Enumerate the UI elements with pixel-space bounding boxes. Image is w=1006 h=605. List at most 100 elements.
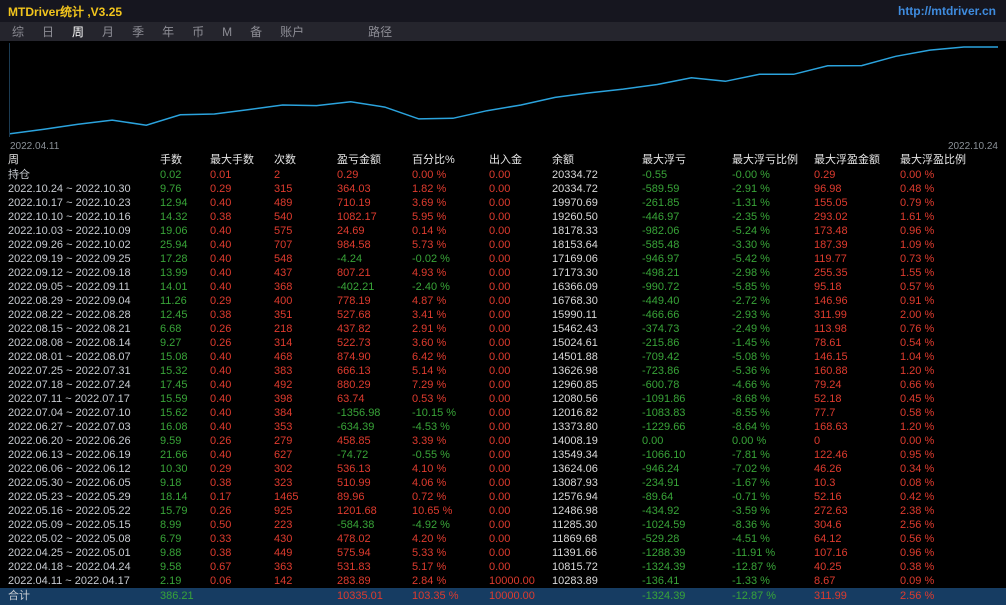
cell-max-float-loss: -585.48 [642,239,680,251]
cell-week: 2022.06.13 ~ 2022.06.19 [8,449,131,461]
cell-lots: 14.32 [160,211,188,223]
table-row[interactable]: 2022.06.06 ~ 2022.06.12 10.30 0.29 302 536.1… [0,462,1006,476]
cell-percent: 5.14 % [412,365,447,377]
cell-lots: 17.28 [160,253,188,265]
equity-curve-chart [0,41,1006,139]
col-header-percent[interactable]: 百分比% [412,153,489,168]
menu-item-weekly[interactable]: 周 [63,23,93,40]
cell-week: 2022.10.03 ~ 2022.10.09 [8,225,131,237]
cell-percent: 5.33 % [412,547,447,559]
col-header-lots[interactable]: 手数 [160,153,210,168]
table-row[interactable]: 2022.05.02 ~ 2022.05.08 6.79 0.33 430 478.02… [0,532,1006,546]
cell-trades: 218 [274,323,293,335]
menu-item-m[interactable]: M [213,25,241,39]
cell-percent: 4.10 % [412,463,447,475]
cell-balance: 13087.93 [552,477,598,489]
cell-trades: 315 [274,183,293,195]
cell-max-float-loss: -709.42 [642,351,680,363]
col-header-max-float-loss-pct[interactable]: 最大浮亏比例 [732,153,814,168]
cell-max-lots: 0.40 [210,407,232,419]
cell-max-float-loss-pct: -1.67 % [732,477,770,489]
col-header-max-float-profit[interactable]: 最大浮盈金额 [814,153,900,168]
cell-max-float-loss: -589.59 [642,183,680,195]
cell-balance: 15990.11 [552,309,598,321]
table-row[interactable]: 2022.08.01 ~ 2022.08.07 15.08 0.40 468 874.9… [0,350,1006,364]
table-row[interactable]: 2022.08.29 ~ 2022.09.04 11.26 0.29 400 778.1… [0,294,1006,308]
col-header-week[interactable]: 周 [0,153,160,168]
cell-max-float-profit: 8.67 [814,575,836,587]
menu-item-summary[interactable]: 综 [3,23,33,40]
table-row[interactable]: 2022.08.15 ~ 2022.08.21 6.68 0.26 218 437.82… [0,322,1006,336]
table-row[interactable]: 2022.08.08 ~ 2022.08.14 9.27 0.26 314 522.73… [0,336,1006,350]
table-total-row[interactable]: 合计 386.21 10335.01 103.35 % 10000.00 -1324.39… [0,588,1006,605]
col-header-trades[interactable]: 次数 [274,153,337,168]
menu-item-yearly[interactable]: 年 [153,23,183,40]
cell-max-float-profit: 173.48 [814,225,848,237]
website-link[interactable]: http://mtdriver.cn [898,4,996,18]
table-row[interactable]: 持仓 0.02 0.01 2 0.29 0.00 % 0.00 20334.72 -0.55 -0… [0,168,1006,182]
cell-net-deposit: 0.00 [489,239,511,251]
table-row[interactable]: 2022.10.10 ~ 2022.10.16 14.32 0.38 540 1082.… [0,210,1006,224]
menu-item-path[interactable]: 路径 [359,23,401,40]
table-row[interactable]: 2022.07.04 ~ 2022.07.10 15.62 0.40 384 -1356… [0,406,1006,420]
cell-max-float-profit-pct: 1.09 % [900,239,935,251]
col-header-max-lots[interactable]: 最大手数 [210,153,274,168]
cell-balance: 16768.30 [552,295,598,307]
cell-max-float-profit-pct: 0.91 % [900,295,935,307]
table-row[interactable]: 2022.04.25 ~ 2022.05.01 9.88 0.38 449 575.94… [0,546,1006,560]
cell-week: 2022.09.26 ~ 2022.10.02 [8,239,131,251]
table-row[interactable]: 2022.06.13 ~ 2022.06.19 21.66 0.40 627 -74.7… [0,448,1006,462]
table-row[interactable]: 2022.06.27 ~ 2022.07.03 16.08 0.40 353 -634.… [0,420,1006,434]
cell-max-float-profit: 122.46 [814,449,848,461]
menu-item-account[interactable]: 账户 [271,23,313,40]
table-row[interactable]: 2022.04.11 ~ 2022.04.17 2.19 0.06 142 283.89… [0,574,1006,588]
col-header-net-deposit[interactable]: 出入金 [489,153,552,168]
cell-lots: 25.94 [160,239,188,251]
cell-net-deposit: 0.00 [489,407,511,419]
cell-max-float-loss-pct: -1.31 % [732,197,770,209]
cell-max-float-profit: 10.3 [814,477,836,489]
cell-percent: 4.87 % [412,295,447,307]
table-row[interactable]: 2022.05.23 ~ 2022.05.29 18.14 0.17 1465 89.9… [0,490,1006,504]
col-header-balance[interactable]: 余额 [552,153,642,168]
table-row[interactable]: 2022.09.12 ~ 2022.09.18 13.99 0.40 437 807.2… [0,266,1006,280]
cell-max-float-profit: 160.88 [814,365,848,377]
table-row[interactable]: 2022.07.25 ~ 2022.07.31 15.32 0.40 383 666.1… [0,364,1006,378]
table-row[interactable]: 2022.04.18 ~ 2022.04.24 9.58 0.67 363 531.83… [0,560,1006,574]
cell-balance: 12016.82 [552,407,598,419]
table-row[interactable]: 2022.05.16 ~ 2022.05.22 15.79 0.26 925 1201.… [0,504,1006,518]
table-row[interactable]: 2022.07.11 ~ 2022.07.17 15.59 0.40 398 63.74… [0,392,1006,406]
cell-pnl: 1082.17 [337,211,377,223]
table-row[interactable]: 2022.10.03 ~ 2022.10.09 19.06 0.40 575 24.69… [0,224,1006,238]
cell-max-float-loss: -446.97 [642,211,680,223]
table-row[interactable]: 2022.09.05 ~ 2022.09.11 14.01 0.40 368 -402.… [0,280,1006,294]
cell-max-float-loss: -1288.39 [642,547,686,559]
table-row[interactable]: 2022.10.24 ~ 2022.10.30 9.76 0.29 315 364.03… [0,182,1006,196]
col-header-pnl[interactable]: 盈亏金额 [337,153,412,168]
table-row[interactable]: 2022.05.30 ~ 2022.06.05 9.18 0.38 323 510.99… [0,476,1006,490]
cell-max-lots: 0.38 [210,309,232,321]
table-row[interactable]: 2022.09.19 ~ 2022.09.25 17.28 0.40 548 -4.24… [0,252,1006,266]
table-row[interactable]: 2022.05.09 ~ 2022.05.15 8.99 0.50 223 -584.3… [0,518,1006,532]
table-row[interactable]: 2022.09.26 ~ 2022.10.02 25.94 0.40 707 984.5… [0,238,1006,252]
cell-percent: 3.39 % [412,435,447,447]
table-row[interactable]: 2022.07.18 ~ 2022.07.24 17.45 0.40 492 880.2… [0,378,1006,392]
menu-item-backup[interactable]: 备 [241,23,271,40]
menu-item-quarterly[interactable]: 季 [123,23,153,40]
table-row[interactable]: 2022.08.22 ~ 2022.08.28 12.45 0.38 351 527.6… [0,308,1006,322]
cell-trades: 368 [274,281,293,293]
menu-item-daily[interactable]: 日 [33,23,63,40]
cell-week: 2022.09.05 ~ 2022.09.11 [8,281,130,293]
cell-max-lots: 0.40 [210,225,232,237]
titlebar: MTDriver统计 ,V3.25 http://mtdriver.cn [0,0,1006,22]
cell-pnl: 710.19 [337,197,371,209]
table-row[interactable]: 2022.10.17 ~ 2022.10.23 12.94 0.40 489 710.1… [0,196,1006,210]
cell-lots: 2.19 [160,575,182,587]
cell-week: 2022.07.04 ~ 2022.07.10 [8,407,131,419]
col-header-max-float-profit-pct[interactable]: 最大浮盈比例 [900,153,1006,168]
table-row[interactable]: 2022.06.20 ~ 2022.06.26 9.59 0.26 279 458.85… [0,434,1006,448]
menu-item-currency[interactable]: 币 [183,23,213,40]
cell-balance: 13624.06 [552,463,598,475]
menu-item-monthly[interactable]: 月 [93,23,123,40]
col-header-max-float-loss[interactable]: 最大浮亏 [642,153,732,168]
